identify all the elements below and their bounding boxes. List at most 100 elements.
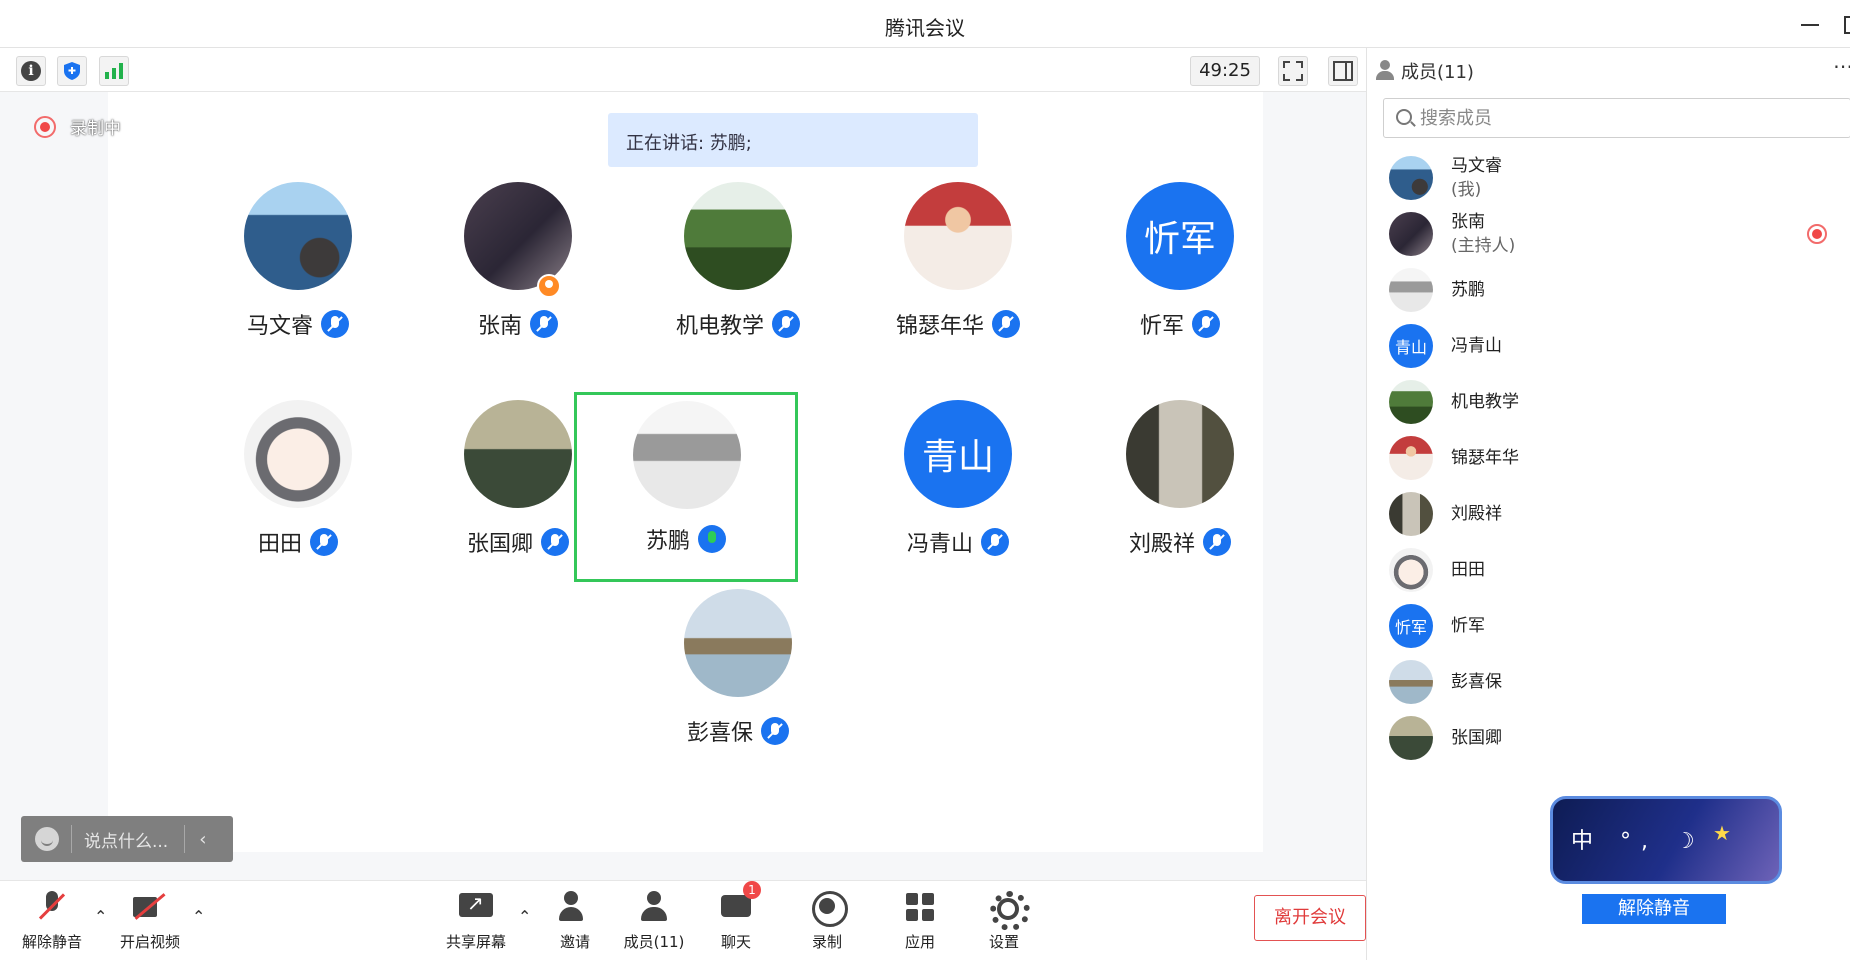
mic-muted-icon xyxy=(1192,310,1220,338)
minimize-icon[interactable] xyxy=(1795,10,1823,38)
avatar: 忻军 xyxy=(1126,182,1234,290)
member-search[interactable] xyxy=(1383,98,1850,138)
search-input[interactable] xyxy=(1420,105,1840,131)
participant-tile[interactable]: 锦瑟年华 xyxy=(847,182,1069,370)
signal-strength-icon[interactable] xyxy=(99,56,129,86)
chevron-up-icon[interactable]: ⌃ xyxy=(192,907,205,926)
member-icon xyxy=(1376,60,1394,80)
member-name: 锦瑟年华 xyxy=(1451,448,1519,468)
member-role: (我) xyxy=(1451,180,1482,200)
avatar: 青山 xyxy=(1389,324,1433,368)
member-name: 张国卿 xyxy=(1451,728,1502,748)
chevron-left-icon[interactable]: ‹ xyxy=(199,829,206,850)
participant-name: 机电教学 xyxy=(675,314,764,339)
participant-tile[interactable]: 田田 xyxy=(187,400,409,588)
participant-name: 彭喜保 xyxy=(686,721,753,746)
mic-muted-icon xyxy=(772,310,800,338)
unmute-label: 解除静音 xyxy=(21,933,82,951)
participant-tile[interactable]: 机电教学 xyxy=(627,182,849,370)
member-row[interactable]: 忻军 忻军 xyxy=(1367,594,1850,650)
mic-muted-icon xyxy=(530,310,558,338)
fullscreen-icon[interactable] xyxy=(1278,56,1308,86)
member-row[interactable]: 锦瑟年华 xyxy=(1367,426,1850,482)
chat-button[interactable]: 1 聊天 xyxy=(696,881,776,952)
member-row[interactable]: 机电教学 xyxy=(1367,370,1850,426)
member-row[interactable]: 彭喜保 xyxy=(1367,650,1850,706)
share-screen-button[interactable]: 共享屏幕 xyxy=(436,889,516,952)
maximize-icon[interactable] xyxy=(1840,10,1850,38)
gear-icon xyxy=(985,889,1030,931)
chat-label: 聊天 xyxy=(720,933,751,951)
member-row[interactable]: 张南 (主持人) xyxy=(1367,202,1850,258)
avatar xyxy=(1389,492,1433,536)
avatar xyxy=(464,182,572,290)
ime-toolbar[interactable]: 中 °, ☽ ★ xyxy=(1550,796,1782,884)
mic-muted-icon xyxy=(992,310,1020,338)
record-button[interactable]: 录制 xyxy=(787,889,867,952)
avatar xyxy=(1389,212,1433,256)
participant-tile[interactable]: 马文睿 xyxy=(187,182,409,370)
panel-header: 成员(11) ⋯ xyxy=(1367,48,1850,92)
avatar xyxy=(684,589,792,697)
member-name: 彭喜保 xyxy=(1451,672,1502,692)
start-video-button[interactable]: 开启视频 xyxy=(110,889,190,952)
record-icon xyxy=(808,889,848,927)
recording-status: 录制中 xyxy=(34,114,121,139)
chevron-up-icon[interactable]: ⌃ xyxy=(94,907,107,926)
apps-button[interactable]: 应用 xyxy=(880,889,960,952)
participant-tile[interactable]: 彭喜保 xyxy=(627,589,849,777)
recording-label: 录制中 xyxy=(70,119,121,139)
member-row[interactable]: 田田 xyxy=(1367,538,1850,594)
member-row[interactable]: 刘殿祥 xyxy=(1367,482,1850,538)
members-label: 成员(11) xyxy=(623,933,685,951)
more-icon[interactable]: ⋯ xyxy=(1833,54,1850,78)
member-name: 刘殿祥 xyxy=(1451,504,1502,524)
avatar xyxy=(1389,716,1433,760)
member-name: 忻军 xyxy=(1451,616,1485,636)
member-row[interactable]: 张国卿 xyxy=(1367,706,1850,762)
participant-tile[interactable]: 张南 xyxy=(407,182,629,370)
member-row[interactable]: 青山 冯青山 xyxy=(1367,314,1850,370)
member-row[interactable]: 马文睿 (我) xyxy=(1367,146,1850,202)
meeting-main-area: 正在讲话: 苏鹏; 马文睿 张南 机电教学 锦瑟年华 忻军 忻军 田田 张国卿 … xyxy=(0,92,1366,880)
unmute-all-button[interactable]: 解除静音 xyxy=(1582,894,1726,924)
info-icon[interactable]: i xyxy=(16,56,46,86)
participant-tile[interactable]: 青山 冯青山 xyxy=(847,400,1069,588)
invite-label: 邀请 xyxy=(559,933,590,951)
participant-name: 刘殿祥 xyxy=(1128,532,1195,557)
panel-title: 成员(11) xyxy=(1401,62,1474,83)
mic-muted-icon xyxy=(1203,528,1231,556)
title-bar: 腾讯会议 xyxy=(0,0,1850,48)
participant-tile-speaking[interactable]: 苏鹏 xyxy=(574,392,798,582)
member-row[interactable]: 苏鹏 xyxy=(1367,258,1850,314)
settings-button[interactable]: 设置 xyxy=(964,889,1044,952)
participant-tile[interactable]: 忻军 忻军 xyxy=(1069,182,1291,370)
search-icon xyxy=(1396,109,1412,125)
mic-muted-icon xyxy=(541,528,569,556)
chat-input-placeholder[interactable]: 说点什么... xyxy=(84,827,168,852)
avatar: 忻军 xyxy=(1389,604,1433,648)
share-screen-label: 共享屏幕 xyxy=(445,933,506,951)
chevron-up-icon[interactable]: ⌃ xyxy=(518,907,531,926)
recording-dot-icon xyxy=(1807,224,1827,244)
mic-active-icon xyxy=(698,525,726,553)
divider xyxy=(71,825,72,853)
recording-dot-icon xyxy=(34,115,56,138)
emoji-icon[interactable] xyxy=(35,827,59,851)
quick-chat-box[interactable]: 说点什么... ‹ xyxy=(21,816,233,862)
leave-meeting-button[interactable]: 离开会议 xyxy=(1254,895,1366,941)
invite-button[interactable]: 邀请 xyxy=(535,889,615,952)
avatar xyxy=(1126,400,1234,508)
shield-icon[interactable] xyxy=(57,56,87,86)
window-title: 腾讯会议 xyxy=(885,16,965,40)
member-name: 田田 xyxy=(1451,560,1485,580)
avatar xyxy=(904,182,1012,290)
participant-name: 张国卿 xyxy=(466,532,533,557)
members-button[interactable]: 成员(11) xyxy=(614,889,694,952)
side-panel-toggle-icon[interactable] xyxy=(1328,56,1358,86)
chat-icon: 1 xyxy=(717,881,761,925)
unmute-button[interactable]: 解除静音 xyxy=(12,889,92,952)
participant-tile[interactable]: 刘殿祥 xyxy=(1069,400,1291,588)
avatar xyxy=(684,182,792,290)
apps-icon xyxy=(901,889,939,925)
